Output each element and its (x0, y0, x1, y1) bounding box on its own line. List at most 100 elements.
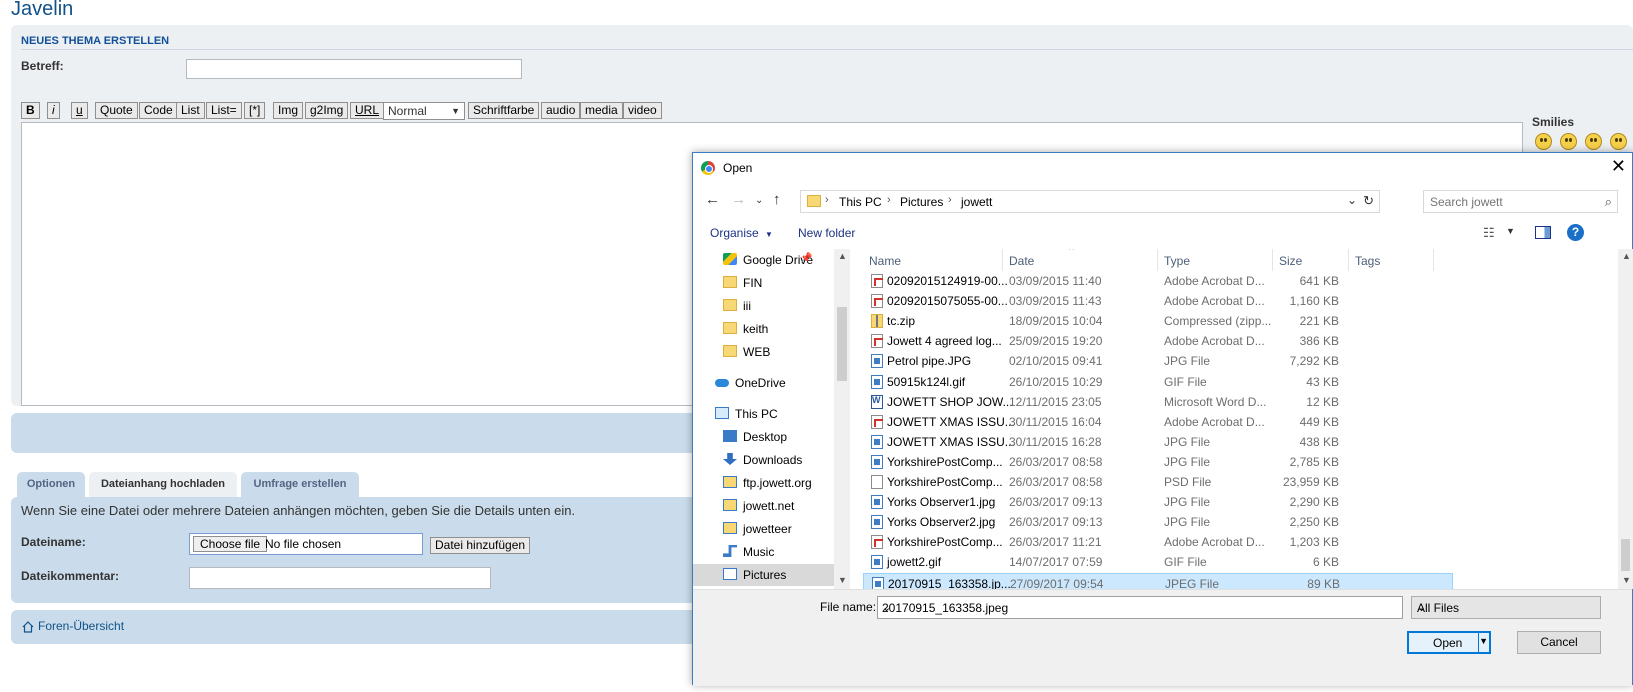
column-header-name[interactable]: Name (863, 249, 1003, 271)
file-row[interactable]: YorkshirePostComp... 26/03/2017 08:58 PSD … (863, 472, 1453, 492)
organise-menu[interactable]: Organise ▼ (710, 226, 773, 240)
filename-input[interactable]: 20170915_163358.jpeg ⌄ (877, 596, 1403, 619)
forward-arrow-icon[interactable]: → (731, 191, 746, 208)
underline-button[interactable]: u (71, 102, 88, 119)
breadcrumb-pictures[interactable]: Pictures (900, 195, 943, 209)
sidebar-item-this-pc[interactable]: This PC (693, 403, 834, 425)
img-button[interactable]: Img (273, 102, 304, 119)
scroll-down-icon[interactable]: ▼ (838, 575, 847, 585)
view-options-icon[interactable]: ☷ (1483, 225, 1495, 241)
media-button[interactable]: media (580, 102, 623, 119)
list-button[interactable]: List (176, 102, 205, 119)
code-button[interactable]: Code (139, 102, 178, 119)
scroll-down-icon[interactable]: ▼ (1622, 575, 1631, 585)
audio-button[interactable]: audio (541, 102, 581, 119)
help-icon[interactable]: ? (1567, 224, 1584, 241)
column-header-tags[interactable]: Tags (1349, 249, 1434, 271)
smilie-smile-icon[interactable] (1560, 133, 1577, 150)
tab-poll[interactable]: Umfrage erstellen (241, 472, 359, 497)
video-button[interactable]: video (623, 102, 662, 119)
tab-attachments[interactable]: Dateianhang hochladen (89, 472, 237, 497)
up-arrow-icon[interactable]: ↑ (773, 191, 781, 208)
file-row[interactable]: JOWETT XMAS ISSU... 30/11/2015 16:04 Adobe… (863, 412, 1453, 432)
smilie-worried-icon[interactable] (1610, 133, 1627, 150)
file-row[interactable]: JOWETT XMAS ISSU... 30/11/2015 16:28 JPG F… (863, 432, 1453, 452)
dropdown-arrow-icon[interactable]: ▼ (1506, 226, 1515, 236)
sidebar-item-pictures[interactable]: Pictures (693, 564, 834, 586)
search-icon[interactable]: ⌕ (1605, 194, 1612, 210)
site-title[interactable]: Javelin (11, 0, 73, 21)
file-row[interactable]: Yorks Observer2.jpg 26/03/2017 09:13 JPG F… (863, 512, 1453, 532)
scrollbar-thumb[interactable] (837, 307, 847, 381)
file-row[interactable]: Yorks Observer1.jpg 26/03/2017 09:13 JPG F… (863, 492, 1453, 512)
column-header-date[interactable]: Date (1003, 249, 1158, 271)
choose-file-button[interactable]: Choose file (193, 536, 268, 552)
add-file-button[interactable]: Datei hinzufügen (430, 537, 531, 554)
list-item-button[interactable]: [*] (244, 102, 266, 119)
sidebar-item-jowetteer[interactable]: jowetteer (693, 518, 834, 540)
chevron-down-icon[interactable]: ⌄ (882, 601, 1398, 614)
breadcrumb-this-pc[interactable]: This PC (839, 195, 882, 209)
back-arrow-icon[interactable]: ← (705, 191, 720, 208)
column-header-size[interactable]: Size (1273, 249, 1349, 271)
file-row[interactable]: Jowett 4 agreed log... 25/09/2015 19:20 Ad… (863, 331, 1453, 351)
sidebar-item-music[interactable]: Music (693, 541, 834, 563)
file-type-select[interactable]: All Files ⌄ (1411, 596, 1601, 619)
sidebar-item-ftp-jowett-org[interactable]: ftp.jowett.org (693, 472, 834, 494)
sidebar-item-iii[interactable]: iii (693, 295, 834, 317)
new-folder-button[interactable]: New folder (798, 226, 855, 240)
sidebar-item-web[interactable]: WEB (693, 341, 834, 363)
smilie-laugh-icon[interactable] (1535, 133, 1552, 150)
search-box[interactable]: ⌕ (1423, 190, 1618, 213)
file-row[interactable]: 20170915_163358.jp... 27/09/2017 09:54 JPE… (863, 572, 1453, 589)
file-row[interactable]: Petrol pipe.JPG 02/10/2015 09:41 JPG File 7… (863, 351, 1453, 371)
search-input[interactable] (1424, 191, 1592, 212)
font-color-button[interactable]: Schriftfarbe (468, 102, 540, 119)
chevron-down-icon[interactable]: ⌄ (1347, 193, 1357, 207)
file-row[interactable]: YorkshirePostComp... 26/03/2017 11:21 Adob… (863, 532, 1453, 552)
url-button[interactable]: URL (350, 102, 385, 119)
close-icon[interactable]: ✕ (1611, 156, 1626, 177)
file-row[interactable]: 50915k124l.gif 26/10/2015 10:29 GIF File 43… (863, 372, 1453, 392)
sidebar-item-keith[interactable]: keith (693, 318, 834, 340)
bold-button[interactable]: B (21, 102, 40, 119)
refresh-icon[interactable]: ↻ (1363, 193, 1374, 209)
file-row[interactable]: YorkshirePostComp... 26/03/2017 08:58 JPG … (863, 452, 1453, 472)
smilie-sad-icon[interactable] (1585, 133, 1602, 150)
nav-pane-scrollbar[interactable]: ▲ ▼ (834, 249, 850, 589)
sidebar-item-downloads[interactable]: Downloads (693, 449, 834, 471)
italic-button[interactable]: i (47, 102, 60, 119)
file-row[interactable]: jowett2.gif 14/07/2017 07:59 GIF File 6 KB (863, 552, 1453, 572)
dropdown-arrow-icon[interactable]: ▼ (1479, 636, 1488, 646)
file-row[interactable]: 02092015075055-00... 03/09/2015 11:43 Adob… (863, 291, 1453, 311)
scrollbar-thumb[interactable] (1621, 539, 1630, 571)
address-bar[interactable]: › This PC › Pictures › jowett ⌄ ↻ (800, 190, 1380, 213)
file-comment-textarea[interactable] (189, 567, 491, 589)
breadcrumb-jowett[interactable]: jowett (961, 195, 992, 209)
open-button[interactable]: Open ▼ (1407, 631, 1491, 654)
forum-index-link[interactable]: Foren-Übersicht (38, 619, 124, 633)
g2img-button[interactable]: g2Img (305, 102, 349, 119)
list-ordered-button[interactable]: List= (206, 102, 242, 119)
preview-pane-icon[interactable] (1535, 226, 1551, 239)
sidebar-item-fin[interactable]: FIN (693, 272, 834, 294)
sidebar-item-label: ftp.jowett.org (743, 476, 812, 490)
font-size-select[interactable]: Normal ▼ (383, 102, 465, 120)
file-row[interactable]: 02092015124919-00... 03/09/2015 11:40 Adob… (863, 271, 1453, 291)
column-header-type[interactable]: Type (1158, 249, 1273, 271)
file-list-scrollbar[interactable]: ▲ ▼ (1618, 249, 1633, 589)
file-input[interactable]: Choose file No file chosen (189, 533, 423, 555)
sidebar-item-jowett-net[interactable]: jowett.net (693, 495, 834, 517)
tab-options[interactable]: Optionen (17, 472, 85, 497)
file-row[interactable]: tc.zip 18/09/2015 10:04 Compressed (zipp..… (863, 311, 1453, 331)
cancel-button[interactable]: Cancel (1517, 631, 1601, 654)
quote-button[interactable]: Quote (95, 102, 138, 119)
sidebar-item-google-drive[interactable]: Google Drive 📌 (693, 249, 834, 271)
file-row[interactable]: JOWETT SHOP JOW...12/11/2015 23:05 Micros… (863, 392, 1453, 412)
sidebar-item-desktop[interactable]: Desktop (693, 426, 834, 448)
recent-locations-icon[interactable]: ⌄ (755, 195, 763, 206)
sidebar-item-onedrive[interactable]: OneDrive (693, 372, 834, 394)
scroll-up-icon[interactable]: ▲ (838, 251, 847, 261)
scroll-up-icon[interactable]: ▲ (1622, 251, 1631, 261)
subject-input[interactable] (186, 59, 522, 79)
